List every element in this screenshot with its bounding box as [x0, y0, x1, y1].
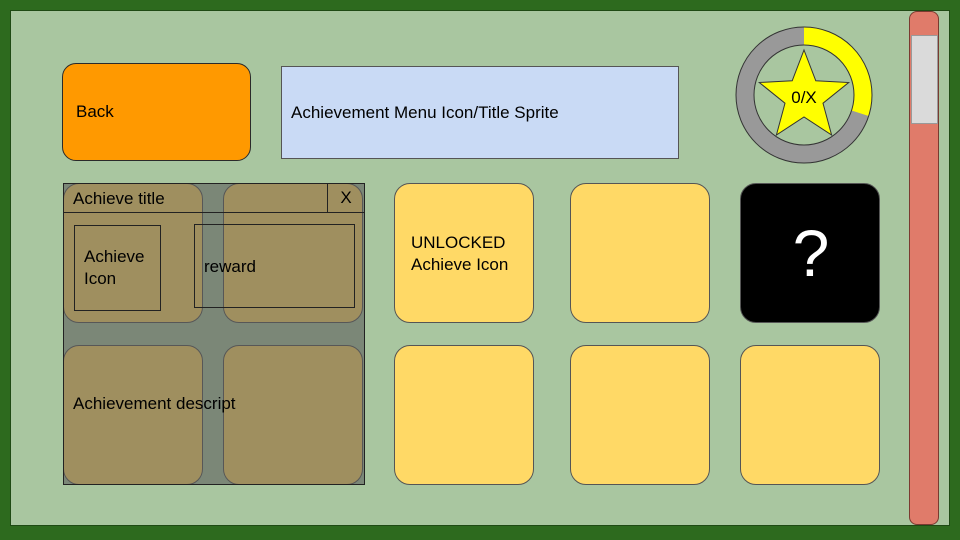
achievement-description: Achievement descript	[73, 394, 236, 413]
achievement-tile[interactable]	[570, 183, 710, 323]
popup-title: Achieve title	[73, 189, 165, 208]
back-button[interactable]: Back	[62, 63, 251, 161]
achievement-tile[interactable]	[570, 345, 710, 485]
title-sprite-label: Achievement Menu Icon/Title Sprite	[291, 102, 559, 122]
achievement-progress-ring: 0/X	[732, 20, 876, 164]
achievement-tile[interactable]	[740, 345, 880, 485]
back-button-label: Back	[76, 102, 114, 121]
progress-count: 0/X	[791, 88, 817, 107]
achievement-tile-unlocked[interactable]: UNLOCKED Achieve Icon	[394, 183, 534, 323]
achievement-icon-label: Achieve Icon	[84, 247, 145, 288]
title-sprite-banner: Achievement Menu Icon/Title Sprite	[281, 66, 679, 159]
close-button[interactable]: X	[327, 183, 365, 213]
achievement-tile-label: UNLOCKED Achieve Icon	[411, 233, 509, 274]
achievement-tile[interactable]	[394, 345, 534, 485]
achievement-tile-locked[interactable]: ?	[740, 183, 880, 323]
scrollbar-thumb[interactable]	[911, 35, 938, 124]
reward-label: reward	[204, 257, 256, 276]
question-mark-icon: ?	[792, 216, 830, 290]
close-icon: X	[340, 188, 352, 207]
